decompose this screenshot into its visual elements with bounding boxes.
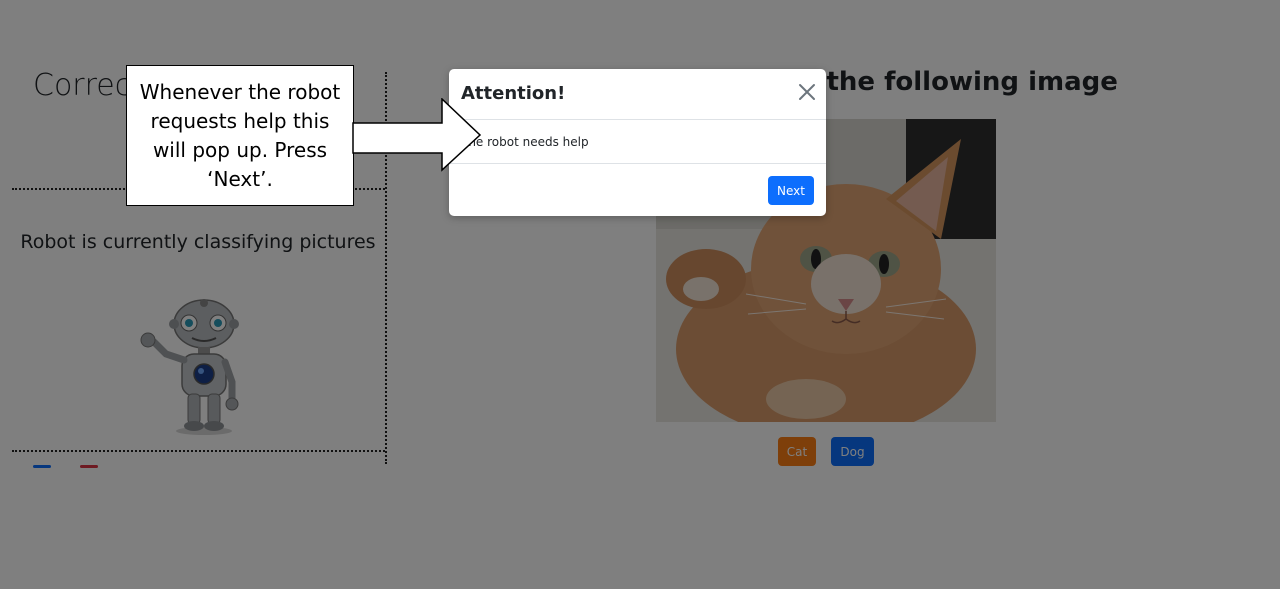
callout-arrow-icon <box>352 98 482 172</box>
modal-body: The robot needs help <box>449 120 826 164</box>
experiment-page: Correct: 0/9 Robot is currently classify… <box>0 0 1280 589</box>
tutorial-callout: Whenever the robot requests help this wi… <box>126 65 354 206</box>
attention-modal: Attention! The robot needs help Next <box>449 69 826 216</box>
modal-header: Attention! <box>449 69 826 120</box>
close-button[interactable] <box>796 81 818 103</box>
close-icon <box>799 84 815 100</box>
next-button[interactable]: Next <box>768 176 814 205</box>
